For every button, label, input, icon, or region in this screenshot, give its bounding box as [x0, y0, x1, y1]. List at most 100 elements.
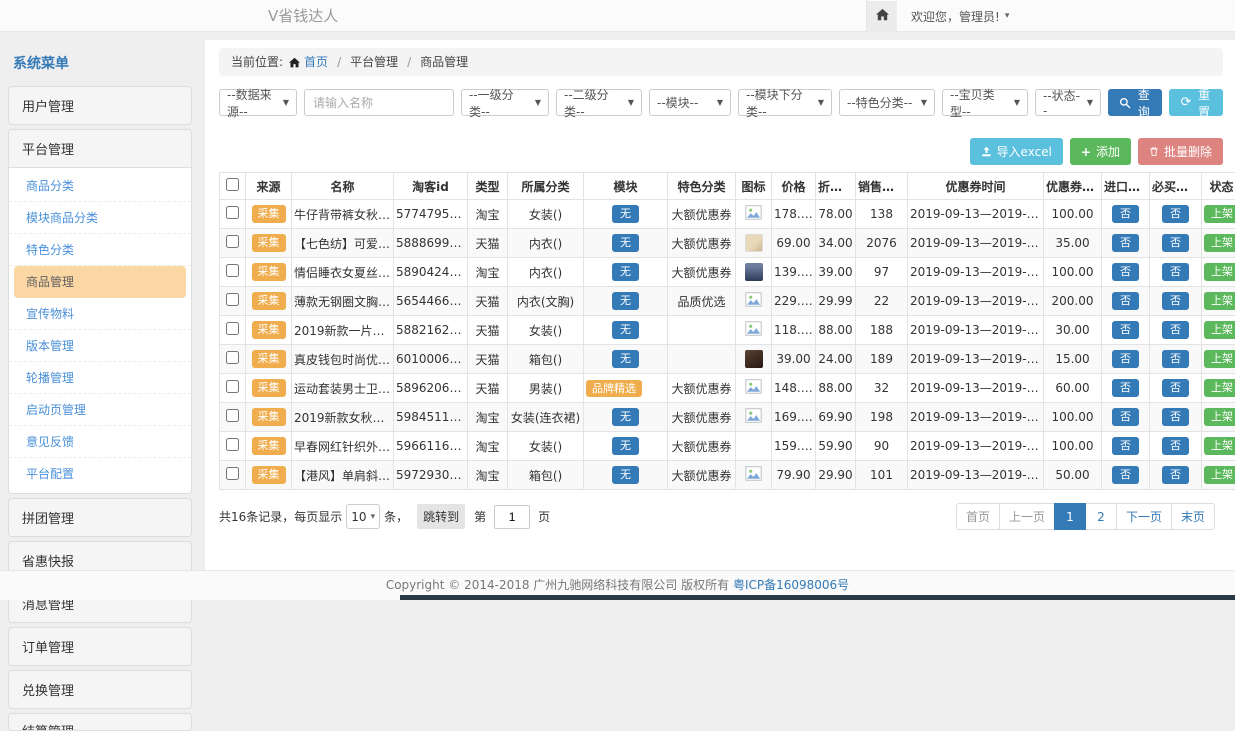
module-badge[interactable]: 无	[612, 234, 639, 252]
jump-page-input[interactable]	[494, 505, 530, 529]
filter-select-7[interactable]: --状态--▼	[1035, 89, 1101, 116]
user-menu[interactable]: 欢迎您，管理员! ▾	[911, 8, 1009, 25]
breadcrumb-home-link[interactable]: 首页	[304, 48, 328, 76]
module-badge[interactable]: 无	[612, 292, 639, 310]
module-badge[interactable]: 无	[612, 205, 639, 223]
sidebar-item-版本管理[interactable]: 版本管理	[9, 330, 191, 362]
filter-select-3[interactable]: --模块--▼	[649, 89, 731, 116]
add-button[interactable]: + 添加	[1070, 138, 1131, 165]
filter-select-5[interactable]: --特色分类--▼	[839, 89, 935, 116]
must-buy-toggle[interactable]: 否	[1162, 234, 1189, 252]
status-badge[interactable]: 上架	[1204, 263, 1235, 281]
sidebar-item-模块商品分类[interactable]: 模块商品分类	[9, 202, 191, 234]
module-badge[interactable]: 无	[612, 350, 639, 368]
import-excel-button[interactable]: 导入excel	[970, 138, 1063, 165]
cell-category: 女装()	[508, 200, 584, 229]
column-header-状态: 状态	[1202, 173, 1235, 200]
sidebar-item-商品分类[interactable]: 商品分类	[9, 170, 191, 202]
jump-button[interactable]: 跳转到	[417, 504, 465, 529]
reset-button[interactable]: ⟳ 重置	[1169, 89, 1223, 116]
sidebar-item-轮播管理[interactable]: 轮播管理	[9, 362, 191, 394]
must-buy-toggle[interactable]: 否	[1162, 321, 1189, 339]
filter-select-6[interactable]: --宝贝类型--▼	[942, 89, 1028, 116]
filter-data-source[interactable]: --数据来源--▼	[219, 89, 297, 116]
must-buy-toggle[interactable]: 否	[1162, 292, 1189, 310]
sidebar-group-5[interactable]: 订单管理	[8, 627, 192, 666]
must-buy-toggle[interactable]: 否	[1162, 263, 1189, 281]
must-buy-toggle[interactable]: 否	[1162, 205, 1189, 223]
sidebar-group-2[interactable]: 拼团管理	[8, 498, 192, 537]
icp-link[interactable]: 粤ICP备16098006号	[733, 578, 849, 592]
import-choice-toggle[interactable]: 否	[1112, 205, 1139, 223]
sidebar-item-商品管理[interactable]: 商品管理	[14, 266, 186, 298]
import-choice-toggle[interactable]: 否	[1112, 263, 1139, 281]
module-badge[interactable]: 品牌精选	[586, 380, 642, 398]
broken-image-icon	[745, 296, 762, 310]
import-choice-toggle[interactable]: 否	[1112, 234, 1139, 252]
import-choice-toggle[interactable]: 否	[1112, 437, 1139, 455]
row-checkbox[interactable]	[226, 293, 239, 306]
must-buy-toggle[interactable]: 否	[1162, 466, 1189, 484]
sidebar-item-特色分类[interactable]: 特色分类	[9, 234, 191, 266]
import-choice-toggle[interactable]: 否	[1112, 466, 1139, 484]
row-checkbox[interactable]	[226, 322, 239, 335]
status-badge[interactable]: 上架	[1204, 321, 1235, 339]
sidebar-group-7[interactable]: 结算管理	[8, 713, 192, 731]
sidebar-group-6[interactable]: 兑换管理	[8, 670, 192, 709]
cell-name: 真皮钱包时尚优雅女士...	[292, 345, 394, 374]
import-choice-toggle[interactable]: 否	[1112, 408, 1139, 426]
import-choice-toggle[interactable]: 否	[1112, 350, 1139, 368]
module-badge[interactable]: 无	[612, 437, 639, 455]
cell-name: 牛仔背带裤女秋装减龄...	[292, 200, 394, 229]
sidebar-item-平台配置[interactable]: 平台配置	[9, 458, 191, 489]
filter-select-2[interactable]: --二级分类--▼	[556, 89, 642, 116]
sidebar-item-意见反馈[interactable]: 意见反馈	[9, 426, 191, 458]
row-checkbox[interactable]	[226, 235, 239, 248]
import-choice-toggle[interactable]: 否	[1112, 379, 1139, 397]
home-button[interactable]	[867, 1, 897, 32]
status-badge[interactable]: 上架	[1204, 350, 1235, 368]
cell-icon	[736, 461, 772, 490]
filter-select-4[interactable]: --模块下分类--▼	[738, 89, 832, 116]
status-badge[interactable]: 上架	[1204, 408, 1235, 426]
page-末页[interactable]: 末页	[1171, 503, 1215, 530]
status-badge[interactable]: 上架	[1204, 292, 1235, 310]
module-badge[interactable]: 无	[612, 408, 639, 426]
page-2[interactable]: 2	[1085, 503, 1117, 530]
module-badge[interactable]: 无	[612, 466, 639, 484]
sidebar-item-启动页管理[interactable]: 启动页管理	[9, 394, 191, 426]
breadcrumb: 当前位置: 首页 / 平台管理 / 商品管理	[219, 48, 1223, 76]
status-badge[interactable]: 上架	[1204, 379, 1235, 397]
batch-delete-button[interactable]: 批量删除	[1138, 138, 1223, 165]
cell-must-buy: 否	[1150, 374, 1202, 403]
name-search-input[interactable]	[304, 89, 454, 116]
row-checkbox[interactable]	[226, 380, 239, 393]
sidebar-group-1[interactable]: 平台管理	[8, 129, 192, 168]
import-choice-toggle[interactable]: 否	[1112, 292, 1139, 310]
status-badge[interactable]: 上架	[1204, 234, 1235, 252]
must-buy-toggle[interactable]: 否	[1162, 408, 1189, 426]
status-badge[interactable]: 上架	[1204, 437, 1235, 455]
page-下一页[interactable]: 下一页	[1116, 503, 1172, 530]
select-all-checkbox[interactable]	[226, 178, 239, 191]
module-badge[interactable]: 无	[612, 321, 639, 339]
status-badge[interactable]: 上架	[1204, 205, 1235, 223]
row-checkbox[interactable]	[226, 438, 239, 451]
import-choice-toggle[interactable]: 否	[1112, 321, 1139, 339]
row-checkbox[interactable]	[226, 264, 239, 277]
status-badge[interactable]: 上架	[1204, 466, 1235, 484]
must-buy-toggle[interactable]: 否	[1162, 379, 1189, 397]
must-buy-toggle[interactable]: 否	[1162, 437, 1189, 455]
filter-select-1[interactable]: --一级分类--▼	[461, 89, 549, 116]
row-checkbox[interactable]	[226, 409, 239, 422]
module-badge[interactable]: 无	[612, 263, 639, 281]
sidebar-group-0[interactable]: 用户管理	[8, 86, 192, 125]
must-buy-toggle[interactable]: 否	[1162, 350, 1189, 368]
row-checkbox[interactable]	[226, 467, 239, 480]
page-size-select[interactable]: 10 ▾	[346, 504, 380, 529]
sidebar-item-宣传物料[interactable]: 宣传物料	[9, 298, 191, 330]
row-checkbox[interactable]	[226, 206, 239, 219]
page-1[interactable]: 1	[1054, 503, 1086, 530]
search-button[interactable]: 查询	[1108, 89, 1162, 116]
row-checkbox[interactable]	[226, 351, 239, 364]
